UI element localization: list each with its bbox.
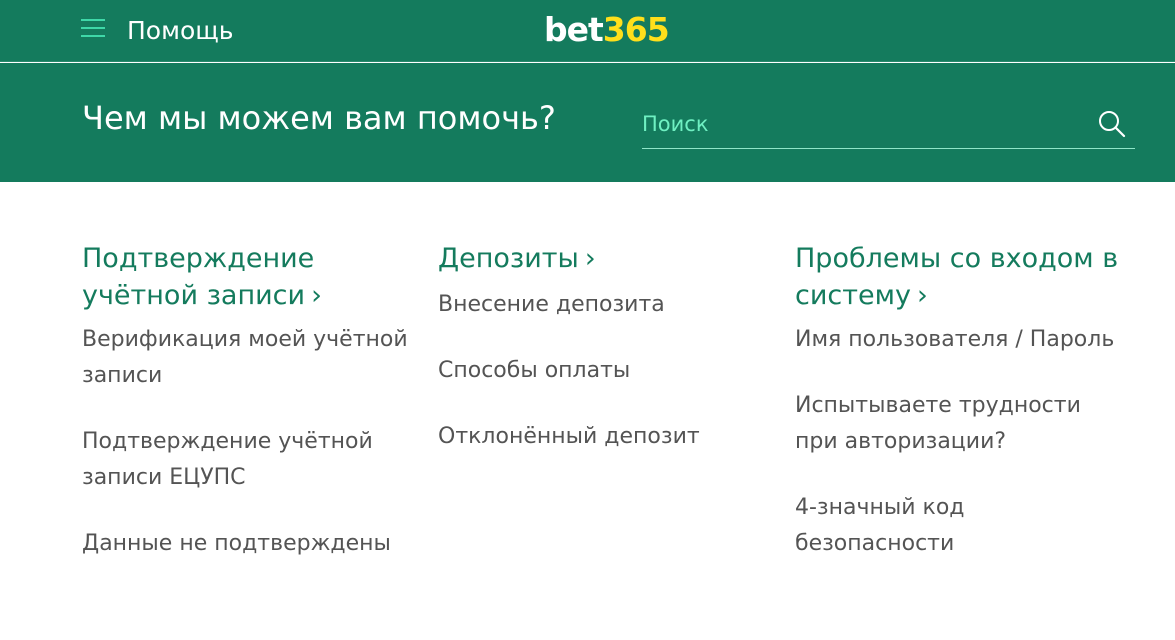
search-icon[interactable] [1097, 109, 1127, 139]
hero-title: Чем мы можем вам помочь? [82, 99, 556, 137]
chevron-right-icon: › [916, 280, 928, 311]
categories-section: Подтверждение учётной записи › Верификаци… [0, 182, 1175, 640]
category-login-problems: Проблемы со входом в систему › Имя пользо… [795, 240, 1125, 592]
category-heading-login-problems[interactable]: Проблемы со входом в систему › [795, 240, 1125, 314]
help-link[interactable]: Данные не подтверждены [82, 526, 412, 562]
help-link[interactable]: Верификация моей учётной записи [82, 322, 412, 394]
category-deposits: Депозиты › Внесение депозита Способы опла… [438, 240, 768, 485]
help-link[interactable]: Подтверждение учётной записи ЕЦУПС [82, 424, 412, 496]
help-link[interactable]: Имя пользователя / Пароль [795, 322, 1125, 358]
chevron-right-icon: › [584, 243, 596, 274]
category-heading-account-verification[interactable]: Подтверждение учётной записи › [82, 240, 412, 314]
category-heading-label: Депозиты [438, 243, 579, 274]
hamburger-menu-icon[interactable] [81, 18, 105, 38]
help-link[interactable]: 4-значный код безопасности [795, 490, 1125, 562]
help-link[interactable]: Способы оплаты [438, 353, 768, 389]
logo-text-bet: bet [544, 10, 604, 49]
search-input[interactable] [642, 107, 1082, 141]
search-bar [642, 101, 1135, 149]
top-bar: Помощь bet365 [0, 0, 1175, 62]
logo-text-365: 365 [602, 10, 670, 49]
category-account-verification: Подтверждение учётной записи › Верификаци… [82, 240, 412, 592]
help-link[interactable]: Отклонённый депозит [438, 419, 768, 455]
page-title: Помощь [127, 16, 234, 45]
category-heading-deposits[interactable]: Депозиты › [438, 240, 768, 277]
help-link[interactable]: Внесение депозита [438, 287, 768, 323]
help-link[interactable]: Испытываете трудности при авторизации? [795, 388, 1125, 460]
bet365-logo[interactable]: bet365 [544, 10, 670, 50]
chevron-right-icon: › [311, 280, 322, 311]
category-heading-label: Проблемы со входом в систему [795, 243, 1119, 311]
category-heading-label: Подтверждение учётной записи [82, 243, 315, 311]
hero-banner: Чем мы можем вам помочь? [0, 63, 1175, 182]
